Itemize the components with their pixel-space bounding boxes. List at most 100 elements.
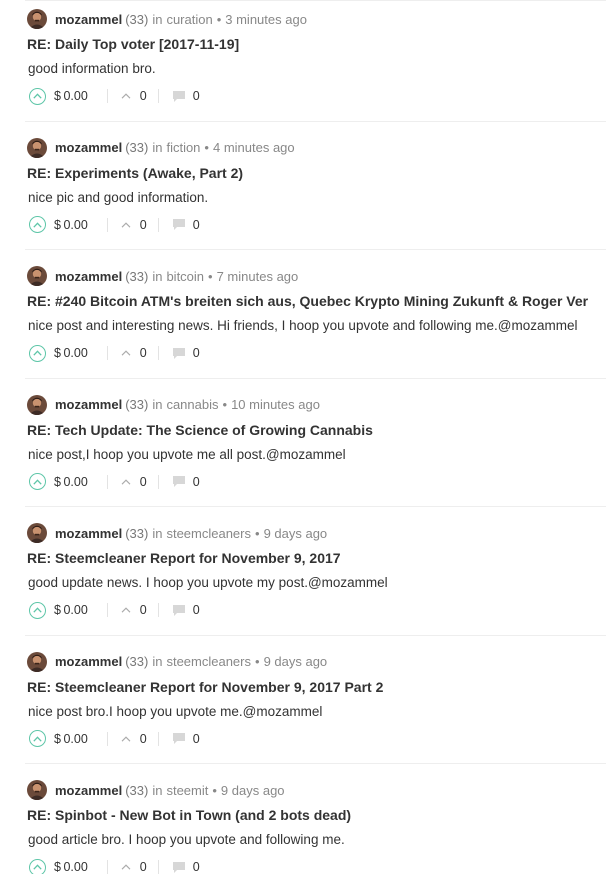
category-link[interactable]: steemit [166, 783, 208, 798]
reply-count[interactable]: 0 [193, 346, 201, 360]
vote-count[interactable]: 0 [140, 603, 148, 617]
reply-count[interactable]: 0 [193, 89, 201, 103]
comment-item: mozammel (33) in steemit • 9 days ago RE… [0, 777, 606, 874]
vote-count[interactable]: 0 [140, 218, 148, 232]
upvote-chevron-circle-icon[interactable] [29, 601, 46, 619]
chevron-up-icon[interactable] [120, 219, 132, 231]
vote-count[interactable]: 0 [140, 475, 148, 489]
comment-bubble-icon[interactable] [172, 475, 186, 488]
chevron-up-icon[interactable] [120, 476, 132, 488]
footer-divider [106, 603, 108, 617]
footer-divider [106, 731, 108, 746]
footer-divider [106, 346, 108, 360]
comment-title[interactable]: RE: Spinbot - New Bot in Town (and 2 bot… [27, 807, 351, 823]
category-link[interactable]: steemcleaners [166, 654, 251, 669]
category-link[interactable]: curation [166, 12, 212, 27]
reply-count[interactable]: 0 [193, 218, 201, 232]
timestamp[interactable]: 9 days ago [264, 526, 328, 541]
chevron-up-icon[interactable] [120, 604, 132, 616]
reply-count[interactable]: 0 [193, 860, 201, 874]
comment-bubble-icon[interactable] [172, 732, 186, 745]
chevron-up-icon[interactable] [120, 861, 132, 873]
timestamp[interactable]: 7 minutes ago [217, 269, 299, 284]
upvote-chevron-circle-icon[interactable] [29, 858, 46, 874]
timestamp[interactable]: 10 minutes ago [231, 397, 320, 412]
author-reputation: (33) [125, 397, 149, 412]
avatar[interactable] [27, 266, 47, 286]
author-name[interactable]: mozammel [55, 783, 122, 798]
payout-value[interactable]: $ 0.00 [54, 89, 88, 103]
comment-meta: mozammel (33) in steemcleaners • 9 days … [27, 523, 327, 543]
vote-count[interactable]: 0 [140, 89, 148, 103]
comment-body: nice post bro.I hoop you upvote me.@moza… [28, 703, 323, 719]
comment-body: nice pic and good information. [28, 189, 209, 205]
comment-bubble-icon[interactable] [172, 604, 186, 617]
reply-count[interactable]: 0 [193, 475, 201, 489]
category-link[interactable]: steemcleaners [166, 526, 251, 541]
author-reputation: (33) [125, 11, 149, 27]
upvote-chevron-circle-icon[interactable] [29, 730, 46, 747]
timestamp[interactable]: 4 minutes ago [213, 140, 295, 155]
avatar[interactable] [27, 780, 47, 800]
upvote-chevron-circle-icon[interactable] [29, 216, 46, 233]
payout-value[interactable]: $ 0.00 [54, 603, 88, 617]
chevron-up-icon[interactable] [120, 733, 132, 745]
author-name[interactable]: mozammel [55, 654, 122, 669]
vote-count[interactable]: 0 [140, 860, 148, 874]
avatar[interactable] [27, 394, 47, 415]
comment-bubble-icon[interactable] [172, 90, 186, 103]
author-reputation: (33) [125, 782, 149, 798]
avatar[interactable] [27, 137, 47, 158]
comment-title[interactable]: RE: Daily Top voter [2017-11-19] [27, 36, 239, 52]
payout-value[interactable]: $ 0.00 [54, 732, 88, 746]
author-name[interactable]: mozammel [55, 140, 122, 155]
payout-value[interactable]: $ 0.00 [54, 860, 88, 874]
author-name[interactable]: mozammel [55, 526, 122, 541]
category-link[interactable]: fiction [166, 140, 200, 155]
upvote-chevron-circle-icon[interactable] [29, 344, 46, 362]
reply-count[interactable]: 0 [193, 732, 201, 746]
upvote-chevron-circle-icon[interactable] [29, 87, 46, 105]
comment-title[interactable]: RE: #240 Bitcoin ATM's breiten sich aus,… [27, 293, 588, 309]
comment-meta: mozammel (33) in cannabis • 10 minutes a… [27, 394, 320, 415]
author-name[interactable]: mozammel [55, 269, 122, 284]
chevron-up-icon[interactable] [120, 347, 132, 359]
chevron-up-icon[interactable] [120, 90, 132, 102]
comment-item: mozammel (33) in bitcoin • 7 minutes ago… [0, 263, 606, 392]
vote-count[interactable]: 0 [140, 346, 148, 360]
comment-footer: $ 0.00 0 0 [29, 601, 201, 619]
author-name[interactable]: mozammel [55, 397, 122, 412]
footer-divider [106, 474, 108, 489]
in-label: in [152, 11, 163, 27]
avatar[interactable] [27, 651, 47, 672]
category-link[interactable]: bitcoin [166, 269, 204, 284]
comment-title[interactable]: RE: Tech Update: The Science of Growing … [27, 422, 373, 438]
comment-bubble-icon[interactable] [172, 347, 186, 360]
comment-item: mozammel (33) in steemcleaners • 9 days … [0, 520, 606, 649]
comment-title[interactable]: RE: Steemcleaner Report for November 9, … [27, 550, 341, 566]
comment-bubble-icon[interactable] [172, 218, 186, 231]
payout-value[interactable]: $ 0.00 [54, 475, 88, 489]
author-reputation: (33) [125, 268, 149, 284]
payout-value[interactable]: $ 0.00 [54, 346, 88, 360]
comment-body: nice post,I hoop you upvote me all post.… [28, 446, 346, 462]
vote-count[interactable]: 0 [140, 732, 148, 746]
upvote-chevron-circle-icon[interactable] [29, 473, 46, 490]
in-label: in [152, 782, 163, 798]
category-link[interactable]: cannabis [166, 397, 218, 412]
comment-footer: $ 0.00 0 0 [29, 87, 201, 105]
avatar[interactable] [27, 523, 47, 543]
comment-title[interactable]: RE: Steemcleaner Report for November 9, … [27, 679, 383, 695]
comment-bubble-icon[interactable] [172, 861, 186, 874]
comment-title[interactable]: RE: Experiments (Awake, Part 2) [27, 165, 243, 181]
author-reputation: (33) [125, 654, 149, 669]
author-reputation: (33) [125, 140, 149, 155]
timestamp[interactable]: 9 days ago [221, 783, 285, 798]
avatar[interactable] [27, 9, 47, 29]
payout-value[interactable]: $ 0.00 [54, 218, 88, 232]
timestamp[interactable]: 9 days ago [264, 654, 328, 669]
author-name[interactable]: mozammel [55, 12, 122, 27]
reply-count[interactable]: 0 [193, 603, 201, 617]
timestamp[interactable]: 3 minutes ago [225, 12, 307, 27]
meta-separator: • [255, 525, 260, 541]
